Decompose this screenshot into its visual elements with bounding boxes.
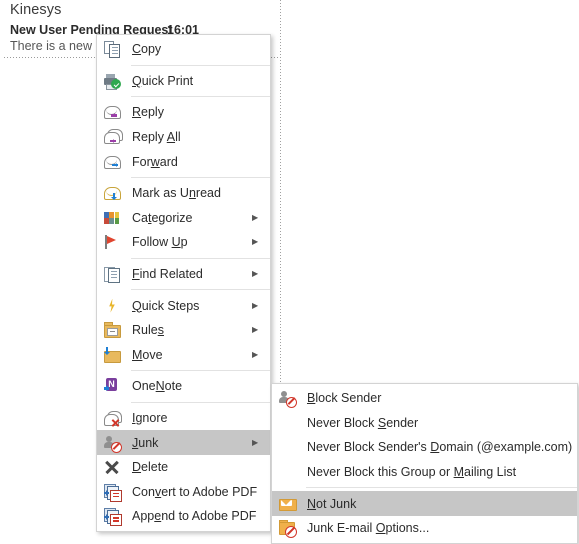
menu-item-append-to-adobe-pdf[interactable]: Append to Adobe PDF — [97, 504, 270, 529]
menu-item-reply-all[interactable]: Reply All — [97, 125, 270, 150]
menu-separator — [131, 257, 270, 259]
menu-item-reply[interactable]: Reply — [97, 100, 270, 125]
no-icon — [272, 435, 306, 459]
menu-item-label: Ignore — [132, 411, 168, 426]
menu-item-label: Quick Steps — [132, 298, 200, 313]
menu-separator — [306, 487, 577, 489]
categorize-icon — [97, 206, 131, 230]
submenu-arrow-icon: ▶ — [252, 212, 259, 222]
junk-item-label: Junk E-mail Options... — [307, 521, 430, 536]
mark-unread-icon — [97, 181, 131, 205]
menu-item-rules[interactable]: Rules ▶ — [97, 318, 270, 343]
junk-submenu[interactable]: Block Sender Never Block Sender Never Bloc… — [271, 383, 578, 544]
menu-separator — [131, 370, 270, 372]
menu-item-junk[interactable]: Junk ▶ — [97, 430, 270, 455]
junk-options-icon — [272, 516, 306, 540]
onenote-icon: N — [97, 374, 131, 398]
menu-separator — [131, 289, 270, 291]
menu-item-label: Find Related — [132, 267, 203, 282]
submenu-arrow-icon: ▶ — [252, 237, 259, 247]
menu-item-label: OneNote — [132, 379, 183, 394]
submenu-arrow-icon: ▶ — [252, 325, 259, 335]
junk-item-junk-e-mail-options[interactable]: Junk E-mail Options... — [272, 516, 577, 541]
menu-item-label: Junk — [132, 435, 159, 450]
menu-item-quick-print[interactable]: Quick Print — [97, 69, 270, 94]
menu-item-label: Convert to Adobe PDF — [132, 484, 258, 499]
menu-item-label: Quick Print — [132, 73, 194, 88]
menu-item-quick-steps[interactable]: Quick Steps ▶ — [97, 293, 270, 318]
menu-separator — [131, 64, 270, 66]
junk-item-label: Not Junk — [307, 496, 357, 511]
quick-print-icon — [97, 69, 131, 93]
quick-steps-icon — [97, 294, 131, 318]
rules-icon — [97, 318, 131, 342]
junk-item-not-junk[interactable]: Not Junk — [272, 491, 577, 516]
menu-item-move[interactable]: Move ▶ — [97, 343, 270, 368]
move-icon — [97, 343, 131, 367]
forward-icon — [97, 150, 131, 174]
reply-icon — [97, 100, 131, 124]
follow-up-flag-icon — [97, 230, 131, 254]
menu-item-label: Delete — [132, 460, 169, 475]
menu-item-convert-to-adobe-pdf[interactable]: Convert to Adobe PDF — [97, 480, 270, 505]
menu-item-onenote[interactable]: N OneNote — [97, 374, 270, 399]
context-menu[interactable]: Copy Quick Print Reply Reply All Forward Mark… — [96, 34, 271, 532]
menu-separator — [131, 176, 270, 178]
no-icon — [272, 411, 306, 435]
find-related-icon — [97, 262, 131, 286]
submenu-arrow-icon: ▶ — [252, 349, 259, 359]
junk-item-block-sender[interactable]: Block Sender — [272, 386, 577, 411]
junk-item-never-block-this-group-or-mailing-list[interactable]: Never Block this Group or Mailing List — [272, 460, 577, 485]
menu-item-find-related[interactable]: Find Related ▶ — [97, 262, 270, 287]
menu-item-label: Follow Up — [132, 235, 188, 250]
no-icon — [272, 460, 306, 484]
submenu-arrow-icon: ▶ — [252, 437, 259, 447]
menu-item-copy[interactable]: Copy — [97, 37, 270, 62]
menu-item-label: Reply All — [132, 130, 181, 145]
reply-all-icon — [97, 125, 131, 149]
menu-item-label: Copy — [132, 42, 162, 57]
adobe-pdf-icon — [97, 504, 131, 528]
menu-item-label: Categorize — [132, 210, 193, 225]
junk-icon — [97, 431, 131, 455]
ignore-icon — [97, 406, 131, 430]
not-junk-icon — [272, 492, 306, 516]
submenu-arrow-icon: ▶ — [252, 300, 259, 310]
menu-item-label: Append to Adobe PDF — [132, 509, 257, 524]
junk-item-label: Block Sender — [307, 391, 382, 406]
adobe-pdf-icon — [97, 480, 131, 504]
menu-item-label: Rules — [132, 323, 164, 338]
junk-item-label: Never Block this Group or Mailing List — [307, 465, 517, 480]
junk-item-label: Never Block Sender's Domain (@example.co… — [307, 440, 573, 455]
menu-item-label: Move — [132, 347, 163, 362]
menu-separator — [131, 96, 270, 98]
menu-item-categorize[interactable]: Categorize ▶ — [97, 206, 270, 231]
menu-item-mark-as-unread[interactable]: Mark as Unread — [97, 181, 270, 206]
junk-item-label: Never Block Sender — [307, 415, 419, 430]
delete-icon — [97, 455, 131, 479]
copy-icon — [97, 37, 131, 61]
junk-item-never-block-sender[interactable]: Never Block Sender — [272, 411, 577, 436]
menu-item-label: Mark as Unread — [132, 186, 221, 201]
menu-separator — [131, 401, 270, 403]
menu-item-label: Forward — [132, 154, 178, 169]
menu-item-follow-up[interactable]: Follow Up ▶ — [97, 230, 270, 255]
menu-item-delete[interactable]: Delete — [97, 455, 270, 480]
block-sender-icon — [272, 386, 306, 410]
menu-item-label: Reply — [132, 105, 164, 120]
mail-sender: Kinesys — [10, 2, 62, 18]
submenu-arrow-icon: ▶ — [252, 269, 259, 279]
menu-item-ignore[interactable]: Ignore — [97, 406, 270, 431]
mail-preview-text: There is a new u — [10, 39, 103, 53]
menu-item-forward[interactable]: Forward — [97, 149, 270, 174]
junk-item-never-block-sender-s-domain-example-com[interactable]: Never Block Sender's Domain (@example.co… — [272, 435, 577, 460]
